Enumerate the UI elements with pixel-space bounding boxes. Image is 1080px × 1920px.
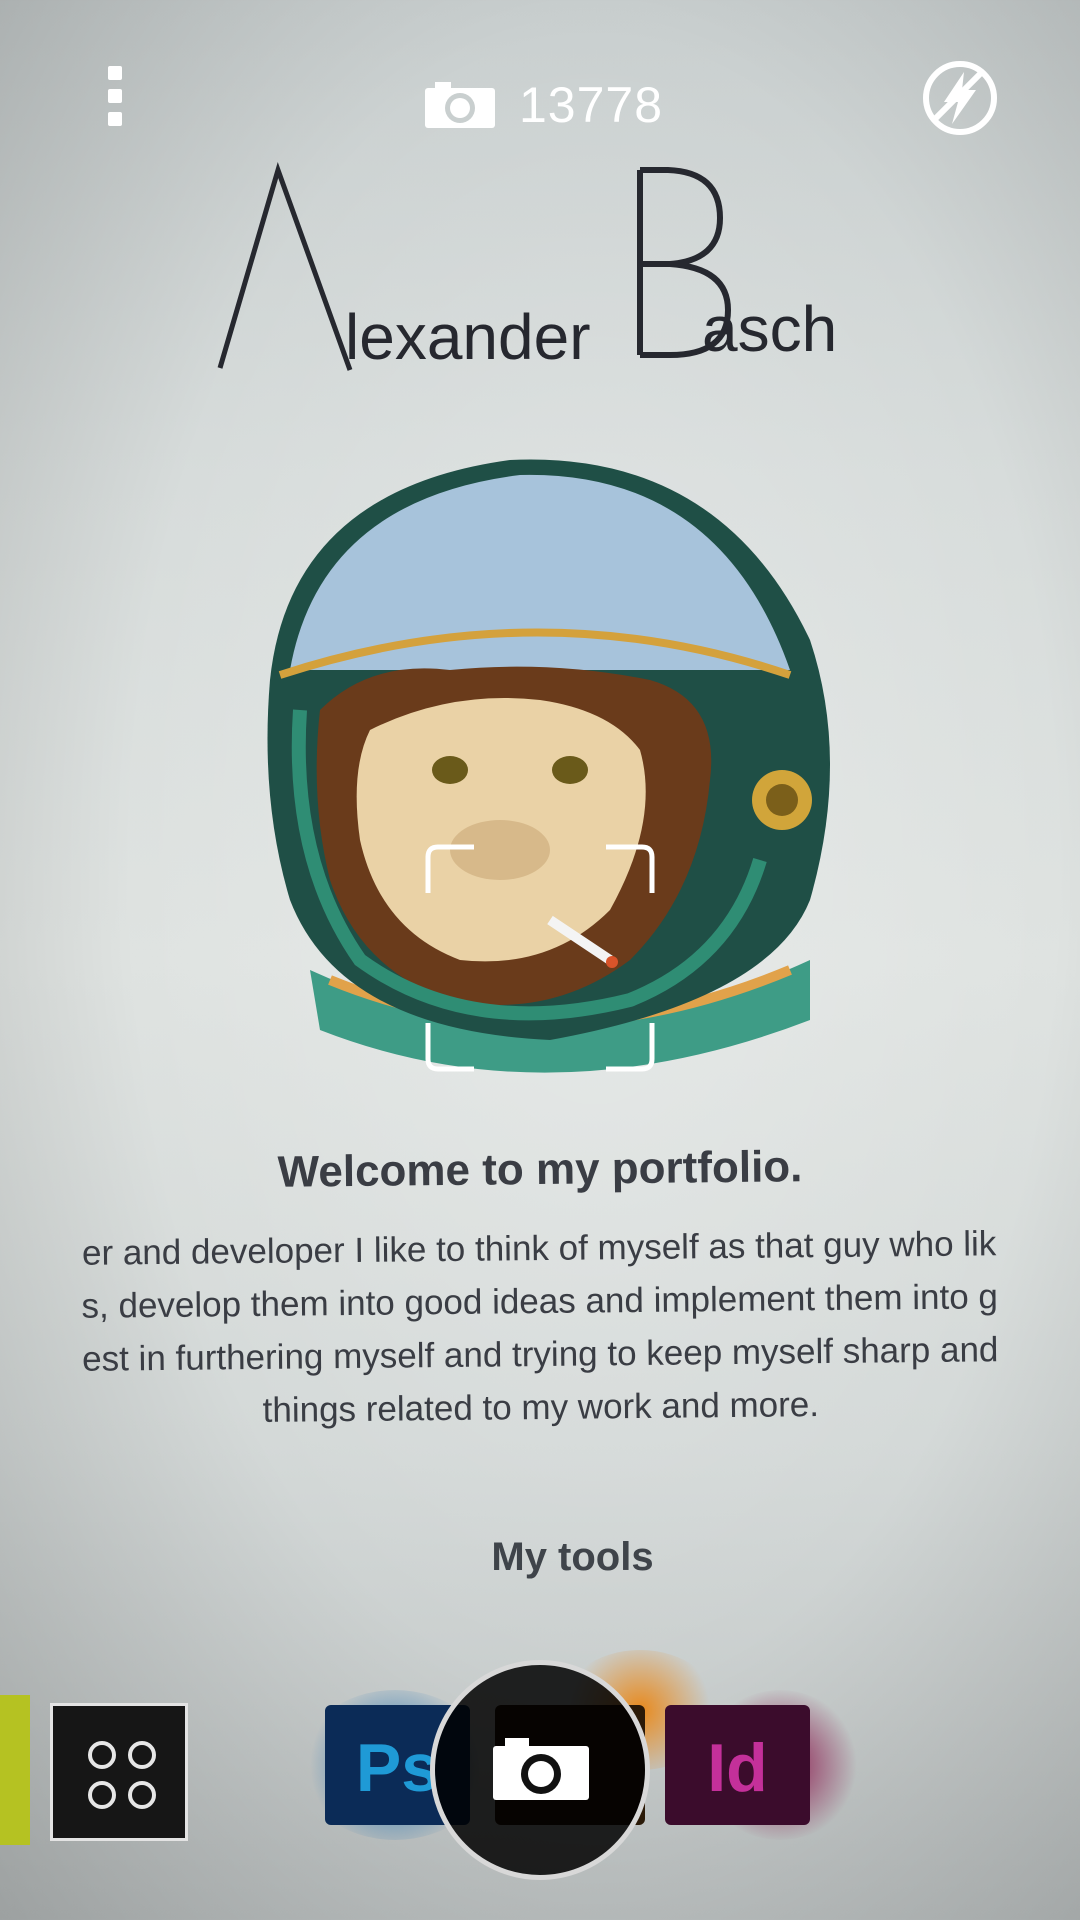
logo-text-second: asch: [702, 293, 838, 365]
gallery-button[interactable]: [50, 1703, 188, 1841]
shot-count: 13778: [519, 77, 664, 133]
edge-thumbnail: [0, 1695, 30, 1845]
tool-label: Id: [707, 1730, 768, 1806]
overflow-menu-icon[interactable]: [108, 66, 124, 126]
focus-frame: [425, 844, 655, 1072]
shutter-button[interactable]: [430, 1660, 650, 1880]
camera-icon: [425, 82, 495, 128]
welcome-heading: Welcome to my portfolio.: [277, 1142, 803, 1197]
camera-shutter-icon: [493, 1738, 589, 1800]
gallery-grid-icon: [88, 1741, 156, 1809]
tool-indesign: Id: [665, 1705, 810, 1825]
photo-counter: 13778: [425, 77, 663, 133]
flash-auto-icon[interactable]: [920, 58, 1000, 138]
site-logo: lexander asch: [200, 160, 880, 380]
logo-text-first: lexander: [345, 301, 591, 373]
intro-paragraph: er and developer I like to think of myse…: [0, 1216, 1080, 1440]
tools-heading: My tools: [491, 1535, 654, 1579]
